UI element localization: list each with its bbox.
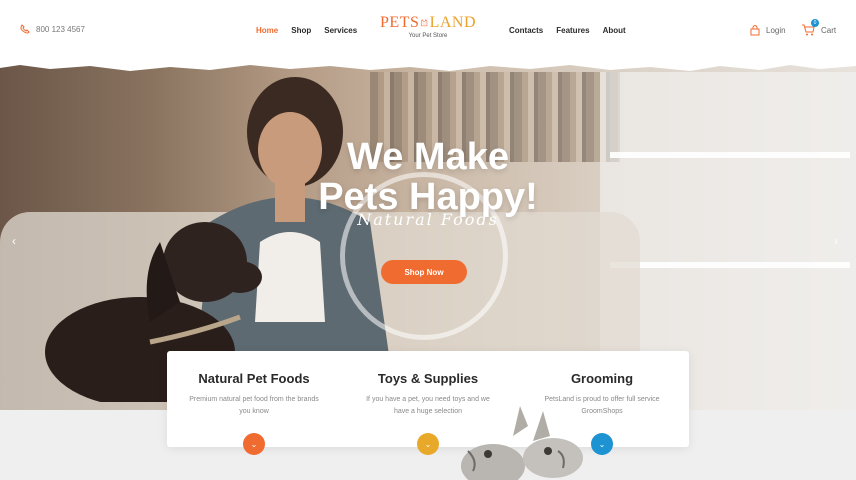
nav-features[interactable]: Features <box>556 26 589 35</box>
feature-title: Toys & Supplies <box>377 371 479 386</box>
cart-label: Cart <box>821 25 837 35</box>
feature-natural-pet-foods: Natural Pet Foods Premium natural pet fo… <box>167 351 341 455</box>
torn-paper-edge <box>0 62 856 71</box>
logo-tagline: Your Pet Store <box>408 33 448 39</box>
logo-text-land: LAND <box>429 14 476 31</box>
site-logo[interactable]: PETS LAND Your Pet Store <box>380 14 476 39</box>
site-header: 800 123 4567 Home Shop Services PETS LAN… <box>0 0 856 66</box>
chevron-down-icon[interactable]: ⌄ <box>243 433 265 455</box>
nav-services[interactable]: Services <box>324 26 357 35</box>
shop-now-button[interactable]: Shop Now <box>381 260 467 284</box>
nav-shop[interactable]: Shop <box>291 26 311 35</box>
chevron-left-icon[interactable]: ‹ <box>12 234 16 248</box>
cart-count-badge: 0 <box>811 19 819 27</box>
phone-number: 800 123 4567 <box>36 24 85 34</box>
login-label: Login <box>766 25 786 35</box>
shelf-board <box>610 262 850 268</box>
phone-contact[interactable]: 800 123 4567 <box>20 24 85 34</box>
nav-contacts[interactable]: Contacts <box>509 26 543 35</box>
nav-home[interactable]: Home <box>256 26 278 35</box>
phone-icon <box>20 24 30 34</box>
lock-icon <box>750 25 760 36</box>
cat-logo-icon <box>421 19 428 27</box>
feature-title: Natural Pet Foods <box>198 371 310 386</box>
logo-text-pets: PETS <box>380 14 420 31</box>
main-nav-left: Home Shop Services <box>256 26 357 35</box>
chevron-down-icon[interactable]: ⌄ <box>417 433 439 455</box>
nav-about[interactable]: About <box>603 26 626 35</box>
hero-title-line1: We Make <box>347 136 509 178</box>
login-link[interactable]: Login <box>750 24 786 36</box>
chevron-right-icon[interactable]: › <box>834 234 838 248</box>
feature-title: Grooming <box>570 371 634 386</box>
features-card: Natural Pet Foods Premium natural pet fo… <box>167 351 689 455</box>
main-nav-right: Contacts Features About <box>509 26 626 35</box>
cart-link[interactable]: 0 Cart <box>802 19 837 36</box>
kitten-image <box>461 406 583 480</box>
hero-script-text: Natural Foods <box>357 210 499 229</box>
feature-description: Premium natural pet food from the brands… <box>189 396 319 415</box>
